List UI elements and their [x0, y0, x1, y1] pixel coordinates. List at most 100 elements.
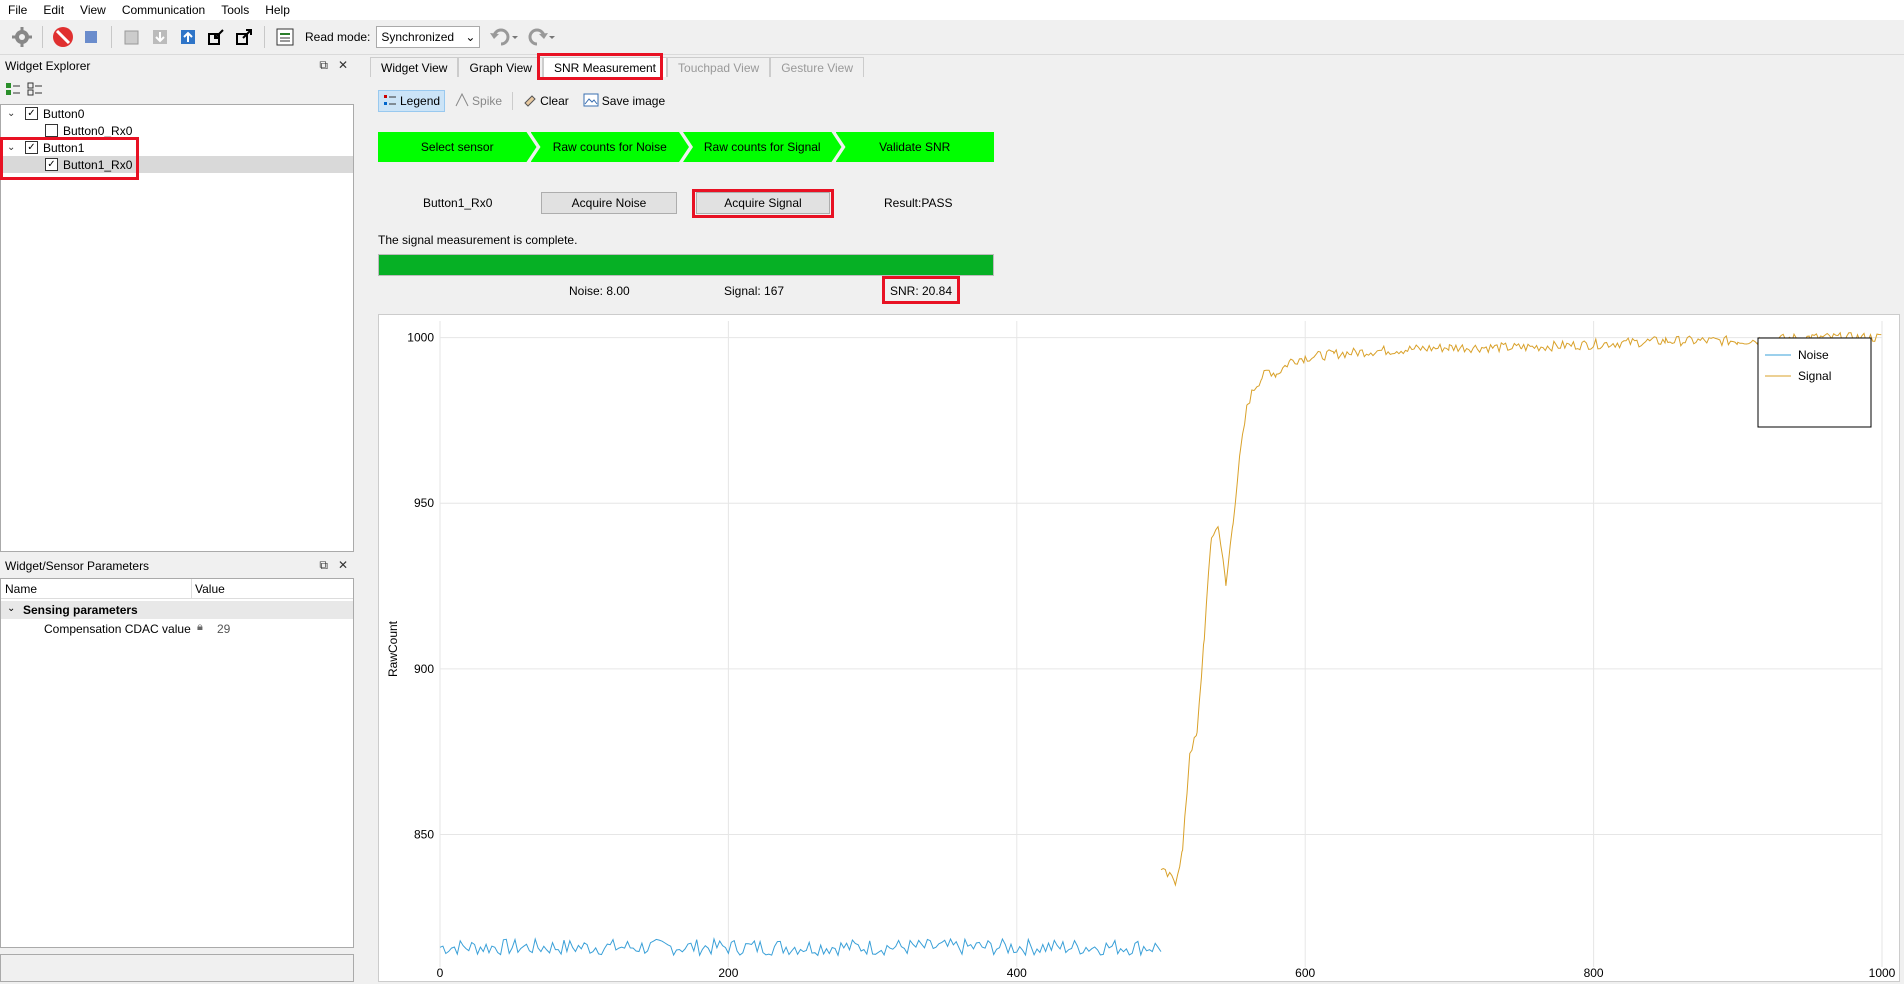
param-value: 29	[217, 622, 231, 636]
x-tick-label: 0	[437, 966, 444, 980]
chart-grid	[439, 321, 1883, 967]
select-all-icon[interactable]	[5, 82, 21, 99]
image-icon	[583, 93, 599, 110]
chevron-down-icon: ⌄	[465, 30, 476, 44]
separator	[111, 26, 112, 48]
tab-graph-view[interactable]: Graph View	[458, 57, 543, 77]
separator	[264, 26, 265, 48]
separator	[512, 92, 514, 110]
stop-icon[interactable]	[77, 23, 105, 51]
chart-legend: Noise Signal	[1757, 337, 1872, 428]
param-name: Compensation CDAC value	[44, 622, 191, 636]
highlight-snr-value	[882, 276, 960, 304]
chart-svg: RawCount 0 200 400 600 800 10008509009501000 …	[386, 321, 1896, 980]
x-tick-label: 200	[718, 966, 738, 980]
params-table: Name Value ⌄ Sensing parameters Compensa…	[0, 578, 354, 948]
menu-edit[interactable]: Edit	[35, 0, 72, 20]
menu-communication[interactable]: Communication	[114, 0, 213, 20]
x-tick-label: 400	[1007, 966, 1027, 980]
y-tick-label: 1000	[407, 331, 434, 345]
noise-stat: Noise: 8.00	[569, 284, 630, 298]
chevron-down-icon[interactable]: ⌄	[7, 108, 19, 119]
tab-gesture-view[interactable]: Gesture View	[770, 57, 864, 77]
read-mode-select[interactable]: Synchronized ⌄	[376, 26, 481, 48]
group-label: Sensing parameters	[23, 603, 138, 617]
close-icon[interactable]: ✕	[338, 58, 348, 73]
log-icon[interactable]	[271, 23, 299, 51]
open-file-icon[interactable]	[118, 23, 146, 51]
read-mode-value: Synchronized	[381, 30, 455, 44]
gear-icon[interactable]	[8, 23, 36, 51]
tree-item-button0[interactable]: ⌄ ✓ Button0	[7, 105, 84, 122]
import-icon[interactable]	[202, 23, 230, 51]
close-icon[interactable]: ✕	[338, 558, 348, 573]
highlight-snr-tab	[537, 53, 663, 80]
col-name: Name	[5, 582, 38, 596]
checkbox-button0-rx0[interactable]	[45, 124, 58, 137]
float-icon[interactable]: ⧉	[319, 58, 328, 73]
y-axis-label: RawCount	[386, 620, 400, 677]
undo-icon[interactable]	[486, 23, 522, 51]
x-tick-label: 600	[1295, 966, 1315, 980]
x-tick-label: 800	[1584, 966, 1604, 980]
sensor-name: Button1_Rx0	[423, 196, 493, 210]
save-image-label: Save image	[601, 94, 666, 108]
redo-icon[interactable]	[522, 23, 558, 51]
menu-view[interactable]: View	[72, 0, 114, 20]
y-tick-label: 850	[414, 827, 434, 841]
params-group[interactable]: ⌄ Sensing parameters	[1, 601, 353, 619]
widget-explorer-title: Widget Explorer	[5, 59, 91, 73]
status-message: The signal measurement is complete.	[378, 233, 578, 247]
export-icon[interactable]	[230, 23, 258, 51]
params-row[interactable]: Compensation CDAC value 🔒︎ 29	[1, 620, 353, 638]
lock-icon: 🔒︎	[197, 621, 203, 633]
menu-tools[interactable]: Tools	[213, 0, 257, 20]
legend-label: Signal	[1798, 369, 1831, 383]
status-strip	[0, 954, 354, 982]
checkbox-button0[interactable]: ✓	[25, 107, 38, 120]
legend-button[interactable]: Legend	[378, 90, 446, 112]
separator	[42, 26, 43, 48]
step-validate: Validate SNR	[835, 132, 994, 162]
upload-icon[interactable]	[174, 23, 202, 51]
read-mode-label: Read mode:	[305, 30, 371, 44]
progress-fill	[379, 255, 993, 275]
tree-label: Button0	[43, 106, 85, 121]
chevron-down-icon[interactable]: ⌄	[7, 603, 15, 614]
step-select-sensor: Select sensor	[378, 132, 537, 162]
float-icon[interactable]: ⧉	[319, 558, 328, 573]
download-icon[interactable]	[146, 23, 174, 51]
snr-toolbar: Legend Spike Clear Save image	[378, 90, 669, 112]
clear-button[interactable]: Clear	[519, 90, 573, 112]
y-tick-label: 900	[414, 662, 434, 676]
signal-stat: Signal: 167	[724, 284, 785, 298]
widget-explorer-title-bar: Widget Explorer ⧉ ✕	[0, 56, 354, 76]
spike-button[interactable]: Spike	[451, 90, 506, 112]
x-tick-label: 1000	[1869, 966, 1896, 980]
params-title: Widget/Sensor Parameters	[5, 559, 150, 573]
step-noise: Raw counts for Noise	[531, 132, 690, 162]
step-signal: Raw counts for Signal	[683, 132, 842, 162]
deselect-all-icon[interactable]	[27, 82, 43, 99]
eraser-icon	[523, 93, 537, 110]
menu-file[interactable]: File	[0, 0, 35, 20]
result-text: Result:PASS	[884, 196, 953, 210]
clear-label: Clear	[540, 94, 569, 108]
menu-bar: File Edit View Communication Tools Help	[0, 0, 1904, 20]
save-image-button[interactable]: Save image	[579, 90, 669, 112]
tab-widget-view[interactable]: Widget View	[370, 57, 459, 77]
snr-steps: Select sensor Raw counts for Noise Raw c…	[378, 132, 994, 162]
chart-ticks: 0 200 400 600 800 1000 850 900 950 1000	[407, 331, 1895, 980]
highlight-button1	[0, 137, 139, 180]
col-value: Value	[195, 582, 225, 596]
tab-touchpad-view[interactable]: Touchpad View	[667, 57, 771, 77]
main-toolbar: Read mode: Synchronized ⌄	[0, 20, 1904, 55]
disconnect-icon[interactable]	[49, 23, 77, 51]
highlight-acquire-signal	[692, 189, 834, 218]
menu-help[interactable]: Help	[257, 0, 298, 20]
noise-series-line	[439, 937, 1162, 957]
acquire-noise-button[interactable]: Acquire Noise	[541, 192, 677, 214]
legend-label: Noise	[1798, 348, 1829, 362]
progress-bar	[378, 254, 994, 276]
spike-icon	[455, 92, 469, 110]
